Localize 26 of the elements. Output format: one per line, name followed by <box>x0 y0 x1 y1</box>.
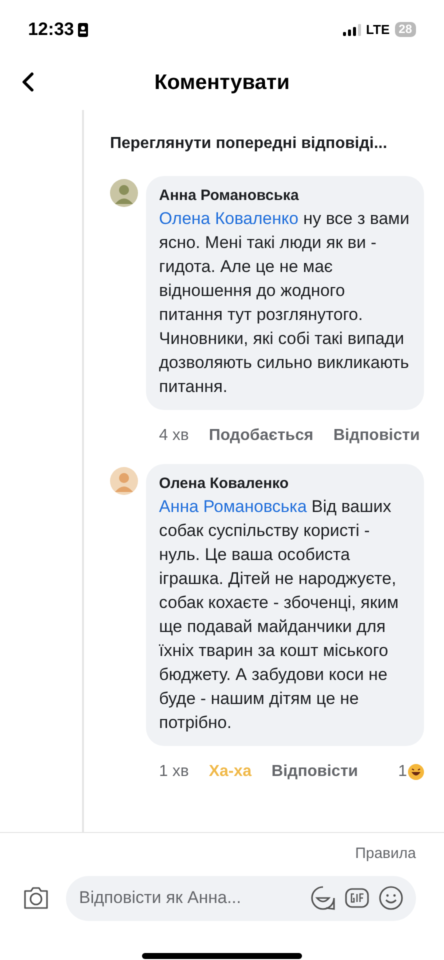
comment-action-button[interactable]: Відповісти <box>333 424 420 448</box>
network-label: LTE <box>366 20 390 39</box>
page-title: Коментувати <box>154 70 290 96</box>
comment-action-button[interactable]: Подобається <box>208 424 314 448</box>
sticker-icon[interactable] <box>310 884 336 910</box>
id-card-icon <box>78 22 88 36</box>
reaction-count[interactable]: 1 <box>398 760 407 784</box>
mention-link[interactable]: Анна Романовська <box>159 497 307 516</box>
comment-text: Анна Романовська Від ваших собак суспільству користі - нуль. Це ваша особиста іграшка. Дітей не народжуєте, собак кохаєте - збоченці, яким ще подавай майданчики для їхніх тварин за кошт міського бюджету. А забудови коси не буде - нашим дітям це не потрібно. <box>159 496 400 734</box>
reply-field[interactable]: Відповісти як Анна... <box>66 876 416 920</box>
rules-link[interactable]: Правила <box>355 843 416 866</box>
mention-link[interactable]: Олена Коваленко <box>159 209 298 228</box>
comment-time: 4 хв <box>159 426 189 446</box>
emoji-icon[interactable] <box>378 884 404 910</box>
view-previous-replies-link[interactable]: Переглянути попередні відповіді... <box>110 132 388 156</box>
comment-text: Олена Коваленко ну все з вами ясно. Мені такі люди як ви - гидота. Але це не має відношення до жодного питання тут розглянутого. Чиновники, які собі такі випади дозволяють сильно викликають питання. <box>159 208 410 398</box>
comment-time: 1 хв <box>159 762 189 782</box>
comment-author[interactable]: Олена Коваленко <box>159 473 411 495</box>
comment-action-button[interactable]: Відповісти <box>272 760 358 784</box>
camera-icon[interactable] <box>22 885 50 911</box>
avatar[interactable] <box>110 179 138 207</box>
laughing-emoji-icon[interactable] <box>408 764 424 780</box>
comment-author[interactable]: Анна Романовська <box>159 185 411 207</box>
signal-icon <box>343 24 362 36</box>
battery-indicator: 28 <box>394 22 416 37</box>
clock-time: 12:33 <box>28 18 74 41</box>
